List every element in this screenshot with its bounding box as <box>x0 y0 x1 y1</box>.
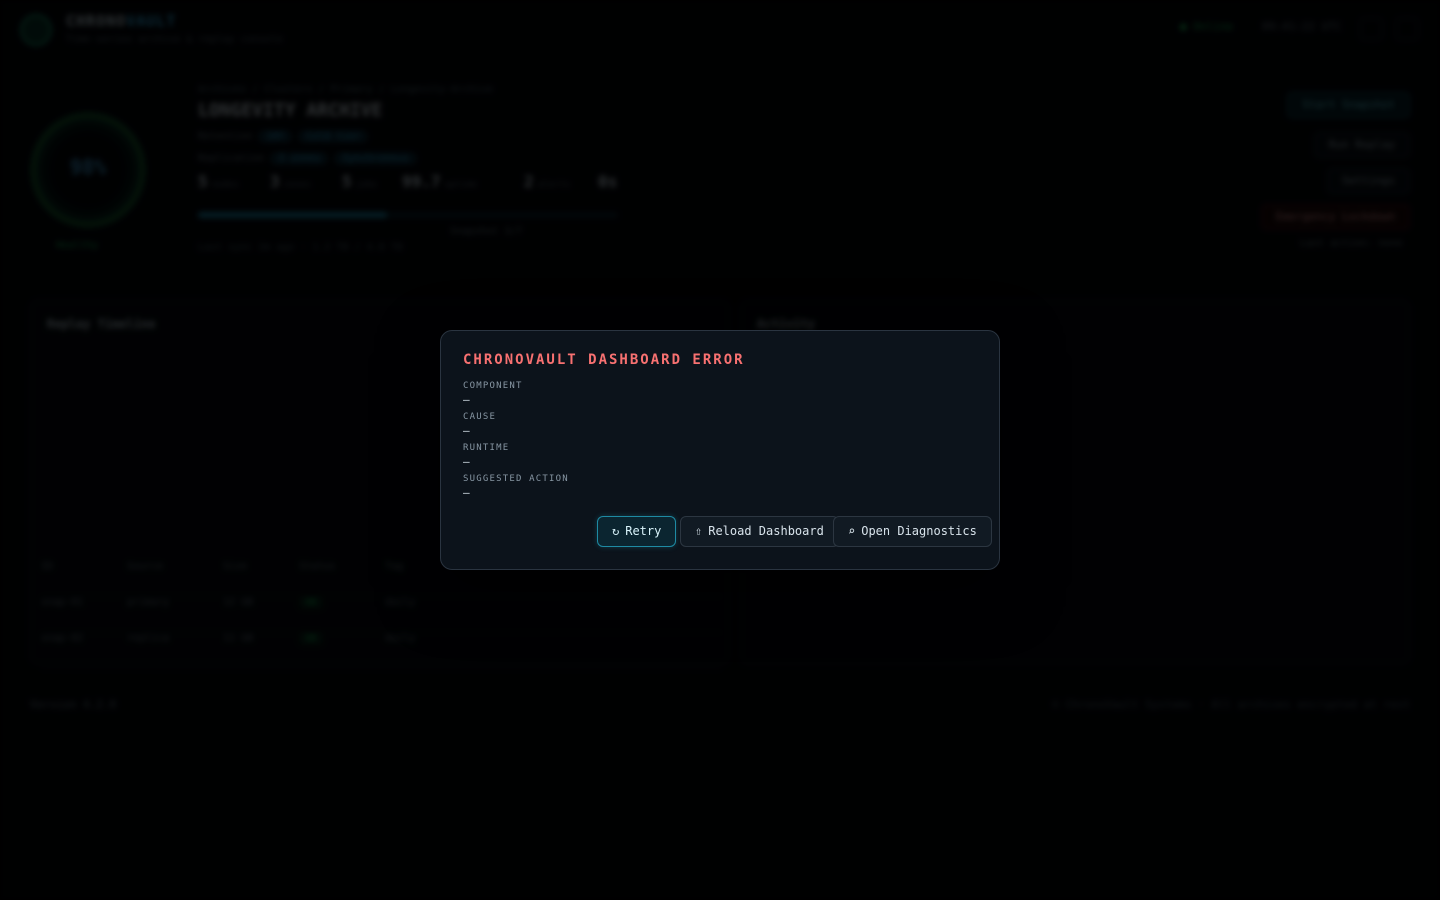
retry-button[interactable]: ↻ Retry <box>597 516 677 547</box>
field-label: RUNTIME <box>463 443 510 453</box>
diagnostics-label: Open Diagnostics <box>861 524 977 538</box>
field-cause: CAUSE — <box>463 412 496 437</box>
reload-dashboard-button[interactable]: ⇧ Reload Dashboard <box>680 516 839 547</box>
reload-label: Reload Dashboard <box>708 524 824 538</box>
field-label: CAUSE <box>463 412 497 422</box>
field-label: SUGGESTED ACTION <box>463 474 569 484</box>
open-diagnostics-button[interactable]: ⌕ Open Diagnostics <box>833 516 992 547</box>
field-value: — <box>463 486 470 499</box>
retry-icon: ↻ <box>612 524 620 538</box>
field-value: — <box>463 455 470 468</box>
field-component: COMPONENT — <box>463 381 523 406</box>
field-value: — <box>463 424 470 437</box>
field-suggested-action: SUGGESTED ACTION — <box>463 474 569 499</box>
field-label: COMPONENT <box>463 381 523 391</box>
field-value: — <box>463 393 470 406</box>
field-runtime: RUNTIME — <box>463 443 509 468</box>
error-dialog: CHRONOVAULT DASHBOARD ERROR COMPONENT — … <box>440 330 1000 570</box>
search-icon: ⌕ <box>848 524 856 538</box>
retry-label: Retry <box>625 524 662 538</box>
error-title: CHRONOVAULT DASHBOARD ERROR <box>463 352 745 368</box>
upload-icon: ⇧ <box>695 524 703 538</box>
